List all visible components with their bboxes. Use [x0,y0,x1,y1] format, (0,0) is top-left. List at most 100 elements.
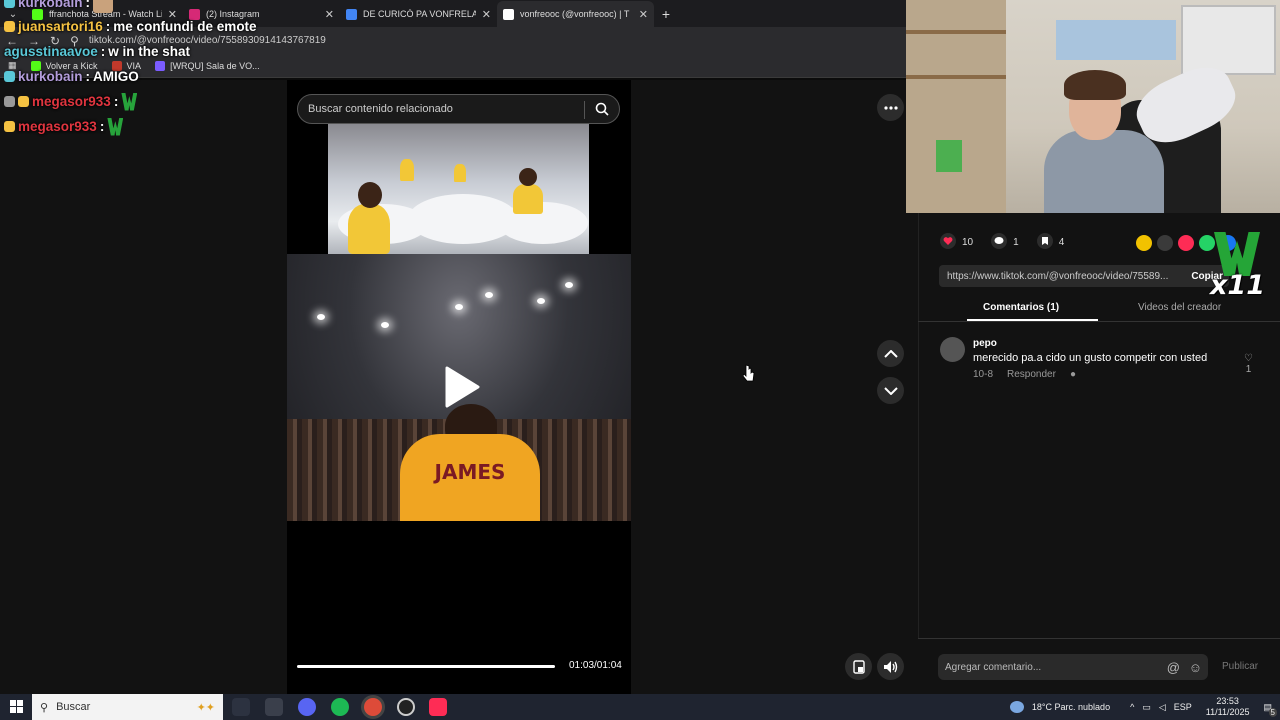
avatar[interactable] [940,337,965,362]
video-progress-bar[interactable] [297,665,555,668]
moderator-badge-icon [4,96,15,107]
tab-label: DE CURICÓ PA VONFRELANDIA [363,9,476,19]
shelf-board [906,30,1006,34]
tab-tiktok[interactable]: vonfreooc (@vonfreooc) | T ✕ [497,1,654,27]
play-icon[interactable] [444,366,480,413]
spotify-icon[interactable] [331,698,349,716]
capcut-icon[interactable] [265,698,283,716]
language-indicator[interactable]: ESP [1174,702,1192,712]
embed-icon[interactable] [1157,235,1173,251]
comment-button[interactable]: 1 [991,233,1019,252]
multiplier-text: x11 [1210,270,1265,301]
player-head [358,182,382,208]
clock-date: 11/11/2025 [1205,707,1250,717]
video-top-image [328,124,589,254]
search-divider [584,101,585,119]
player-figure [513,184,543,214]
speaker-icon[interactable]: ◁ [1159,702,1166,713]
taskbar-search-label: Buscar [56,701,91,713]
clock[interactable]: 23:53 11/11/2025 [1206,696,1250,718]
chat-username: kurkobain [18,69,83,84]
comment-composer: Agregar comentario... @ ☺ Publicar [918,638,1280,694]
taskbar-search[interactable]: ⚲ Buscar ✦✦ [32,694,223,720]
share-url-field[interactable]: https://www.tiktok.com/@vonfreooc/video/… [939,265,1229,287]
tab-drive[interactable]: DE CURICÓ PA VONFRELANDIA ✕ [340,1,497,27]
share-url-text: https://www.tiktok.com/@vonfreooc/video/… [947,270,1169,282]
chat-colon: : [85,69,91,84]
more-options-icon[interactable] [877,94,904,121]
chat-username: megasor933 [32,94,111,109]
floating-player-icon[interactable] [845,653,872,680]
chat-username: kurkobain [18,0,83,10]
tab-comments[interactable]: Comentarios (1) [983,302,1059,313]
tiktok-app-icon[interactable] [429,698,447,716]
arena-light [485,292,493,298]
clock-time: 23:53 [1216,696,1239,706]
task-view-icon[interactable] [232,698,250,716]
poster [1056,20,1176,60]
multiplier-badge: x11 [1208,232,1265,304]
mention-icon[interactable]: @ [1167,660,1180,675]
chevron-up-icon[interactable]: ^ [1130,702,1134,712]
coin-icon[interactable] [1136,235,1152,251]
cloud-shape [498,202,588,244]
chat-message: megasor933 : [4,114,124,139]
system-tray: 18°C Parc. nublado ^ ▭ ◁ ESP 23:53 11/11… [1009,694,1280,720]
creator-avatar-icon: ● [1069,369,1076,380]
bookmark-icon [1036,233,1053,252]
screen: ⌄ ffranchota Stream - Watch Live ✕ (2) I… [0,0,1280,720]
send-icon[interactable] [1178,235,1194,251]
chat-colon: : [85,0,91,10]
discord-icon[interactable] [298,698,316,716]
chrome-icon[interactable] [364,698,382,716]
w-emote-icon [107,117,124,136]
comment-like[interactable]: ♡ 1 [1244,353,1253,375]
heart-icon [940,233,956,252]
chat-message: agusstinaavoe : w in the shat [4,39,190,64]
arena-light [455,304,463,310]
chat-message: kurkobain : [4,0,114,15]
windows-start-icon[interactable] [10,700,23,716]
chat-colon: : [105,19,111,34]
subscriber-badge-icon [4,0,15,8]
publish-button[interactable]: Publicar [1222,661,1258,672]
jersey-name: JAMES [434,460,506,484]
comment-count: 1 [1013,237,1019,248]
close-icon[interactable]: ✕ [639,8,648,21]
drive-icon [346,8,357,20]
chat-message: juansartori16 : me confundi de emote [4,14,257,39]
crown-badge-icon [4,121,15,132]
arena-light [537,298,545,304]
chat-username: juansartori16 [18,19,103,34]
previous-video-icon[interactable] [877,340,904,367]
emoji-icon[interactable]: ☺ [1189,660,1202,675]
weather-text[interactable]: 18°C Parc. nublado [1032,702,1110,712]
related-search-input[interactable]: Buscar contenido relacionado [297,94,620,124]
next-video-icon[interactable] [877,377,904,404]
save-button[interactable]: 4 [1036,233,1064,252]
arena-light [317,314,325,320]
close-icon[interactable]: ✕ [482,8,491,21]
windows-taskbar: ⚲ Buscar ✦✦ 18°C Parc. nublado ^ ▭ ◁ ESP… [0,694,1280,720]
webcam-overlay [906,0,1280,213]
obs-icon[interactable] [397,698,415,716]
close-icon[interactable]: ✕ [325,8,334,21]
player-figure [454,164,466,182]
tiktok-icon [503,8,514,20]
comment-date: 10-8 [973,369,994,380]
like-count: 10 [962,237,974,248]
reply-button[interactable]: Responder [1007,369,1056,380]
add-comment-input[interactable]: Agregar comentario... @ ☺ [938,654,1208,680]
like-button[interactable]: 10 [940,233,973,252]
chat-colon: : [100,44,106,59]
network-icon[interactable]: ▭ [1142,702,1151,713]
notifications-icon[interactable]: ▤ 5 [1263,702,1277,717]
search-icon[interactable] [595,102,609,119]
chat-colon: : [113,94,119,109]
comment-username[interactable]: pepo [973,338,997,349]
weather-icon[interactable] [1009,701,1024,713]
search-placeholder: Buscar contenido relacionado [308,103,453,115]
mouse-cursor-icon [742,364,755,387]
new-tab-button[interactable]: + [654,1,678,27]
volume-icon[interactable] [877,653,904,680]
